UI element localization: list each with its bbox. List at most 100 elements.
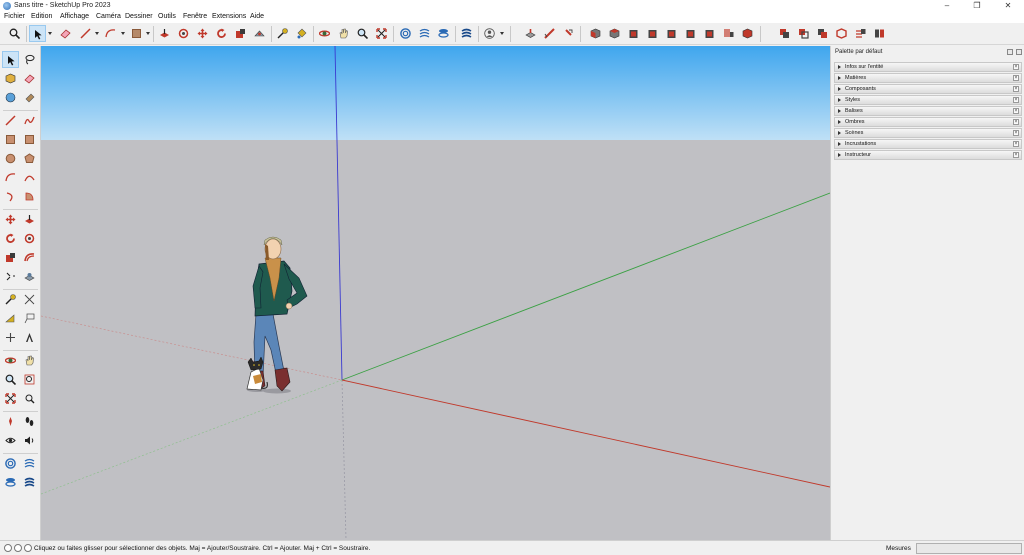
zoom-extents-button[interactable] [373,25,390,42]
3d-text-tool[interactable] [21,329,38,346]
make-component-tool[interactable] [2,70,19,87]
eraser-tool[interactable] [21,70,38,87]
menu-fenetre[interactable]: Fenêtre [183,13,207,20]
position-camera-mesh-tool[interactable] [21,268,38,285]
push-pull-tool[interactable] [21,211,38,228]
solid-split-button[interactable] [852,25,869,42]
layout-tool[interactable] [2,474,19,491]
menu-extensions[interactable]: Extensions [212,13,246,20]
previous-view-tool[interactable] [21,390,38,407]
panel-instructor[interactable]: Instructeur × [834,150,1022,160]
styles-button[interactable] [458,25,475,42]
rotate-button[interactable] [213,25,230,42]
polygon-tool[interactable] [21,150,38,167]
tape-measure-button[interactable] [274,25,291,42]
follow-me-tool[interactable] [21,230,38,247]
close-panel-icon[interactable]: × [1013,152,1019,158]
panel-entity-info[interactable]: Infos sur l'entité × [834,62,1022,72]
arc-tool[interactable] [2,169,19,186]
rotated-rectangle-tool[interactable] [21,131,38,148]
select-tool[interactable] [2,51,19,68]
zoom-tool[interactable] [2,371,19,388]
follow-me-button[interactable] [175,25,192,42]
scale-tool[interactable] [2,249,19,266]
solid-intersect-button[interactable] [833,25,850,42]
menu-dessiner[interactable]: Dessiner [125,13,153,20]
back-edges-button[interactable] [739,25,756,42]
solid-outer-shell-button[interactable] [871,25,888,42]
three-point-arc-tool[interactable] [2,188,19,205]
tray-close-button[interactable] [1016,49,1022,55]
text-tool[interactable] [21,310,38,327]
close-panel-icon[interactable]: × [1013,75,1019,81]
menu-edition[interactable]: Edition [31,13,52,20]
circle-tool[interactable] [2,150,19,167]
panel-styles[interactable]: Styles × [834,95,1022,105]
move-tool[interactable] [2,211,19,228]
close-button[interactable]: ✕ [993,0,1023,12]
panel-overlays[interactable]: Incrustations × [834,139,1022,149]
extension-warehouse-button[interactable] [416,25,433,42]
select-tool-button[interactable] [29,25,46,42]
paint-tool[interactable] [21,89,38,106]
tray-pin-button[interactable] [1007,49,1013,55]
position-camera-tool[interactable] [2,413,19,430]
move-button[interactable] [194,25,211,42]
line-tool[interactable] [2,112,19,129]
measurements-input[interactable] [916,543,1022,554]
close-panel-icon[interactable]: × [1013,141,1019,147]
select-dropdown-arrow[interactable] [48,32,52,35]
tape-measure-tool[interactable] [2,291,19,308]
orbit-tool[interactable] [2,352,19,369]
freehand-tool[interactable] [21,112,38,129]
line-tool-button[interactable] [77,25,94,42]
rotate-tool[interactable] [2,230,19,247]
view-left-button[interactable] [682,25,699,42]
rectangle-tool[interactable] [2,131,19,148]
styles-tool[interactable] [21,474,38,491]
walk-tool[interactable] [21,413,38,430]
pan-button[interactable] [335,25,352,42]
zoom-window-tool[interactable] [21,371,38,388]
zoom-button[interactable] [354,25,371,42]
view-iso-button[interactable] [587,25,604,42]
pie-tool[interactable] [21,188,38,205]
dimension-tool[interactable] [21,291,38,308]
menu-aide[interactable]: Aide [250,13,264,20]
two-point-arc-tool[interactable] [21,169,38,186]
help-icon[interactable] [24,544,32,552]
view-front-button[interactable] [625,25,642,42]
xray-button[interactable] [720,25,737,42]
minimize-button[interactable]: – [932,0,962,12]
close-panel-icon[interactable]: × [1013,64,1019,70]
offset-button[interactable] [251,25,268,42]
3d-warehouse-tool[interactable] [2,455,19,472]
push-pull-button[interactable] [156,25,173,42]
account-button[interactable] [481,25,498,42]
rectangle-dropdown-arrow[interactable] [146,32,150,35]
solid-trim-button[interactable] [814,25,831,42]
scale-button[interactable] [232,25,249,42]
shapes-button[interactable] [102,25,119,42]
menu-camera[interactable]: Caméra [96,13,121,20]
eraser-button[interactable] [57,25,74,42]
lasso-tool[interactable] [21,51,38,68]
panel-tags[interactable]: Balises × [834,106,1022,116]
solid-union-button[interactable] [776,25,793,42]
shapes-dropdown-arrow[interactable] [121,32,125,35]
account-dropdown-arrow[interactable] [500,32,504,35]
sandbox-stamp-button[interactable] [560,25,577,42]
menu-fichier[interactable]: Fichier [4,13,25,20]
pan-tool[interactable] [21,352,38,369]
close-panel-icon[interactable]: × [1013,86,1019,92]
3d-warehouse-button[interactable] [397,25,414,42]
section-plane-button[interactable] [522,25,539,42]
paint-bucket-button[interactable] [293,25,310,42]
close-panel-icon[interactable]: × [1013,108,1019,114]
view-top-button[interactable] [606,25,623,42]
restore-button[interactable]: ❐ [962,0,992,12]
geo-location-icon[interactable] [4,544,12,552]
credits-icon[interactable] [14,544,22,552]
solid-subtract-button[interactable] [795,25,812,42]
panel-materials[interactable]: Matières × [834,73,1022,83]
